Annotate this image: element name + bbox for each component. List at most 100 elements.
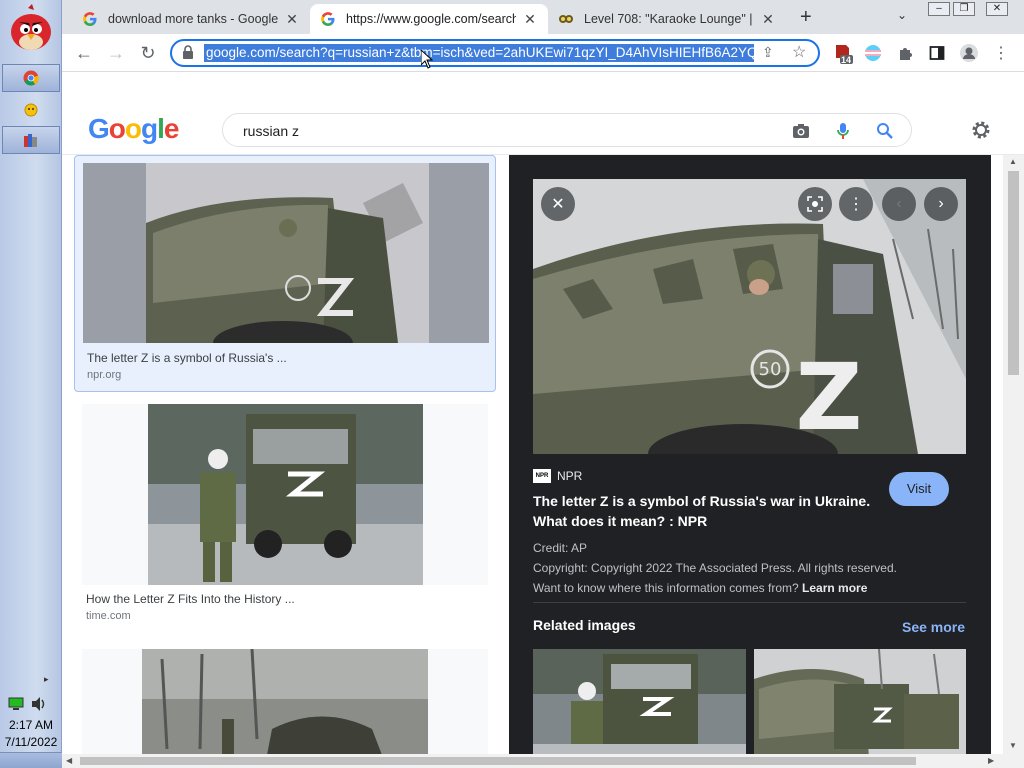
- tab-karaoke-lounge[interactable]: Level 708: "Karaoke Lounge" | Ba ✕: [548, 4, 786, 34]
- logo-letter: o: [124, 113, 142, 144]
- books-icon: [24, 134, 37, 147]
- scroll-left-arrow-icon[interactable]: ◀: [66, 756, 72, 765]
- preview-info-line: Want to know where this information come…: [533, 581, 867, 595]
- google-g-icon: [320, 11, 336, 27]
- tab-google-search[interactable]: https://www.google.com/search? ✕: [310, 4, 548, 34]
- tab-title: https://www.google.com/search?: [346, 12, 516, 26]
- taskbar: ▸ 2:17 AM 7/11/2022: [0, 0, 62, 768]
- result-thumbnail-soldier-truck[interactable]: [82, 404, 488, 585]
- google-logo[interactable]: Google: [88, 113, 180, 145]
- tab-title: download more tanks - Google S: [108, 12, 278, 26]
- vertical-scrollbar[interactable]: ▲ ▼: [1003, 155, 1024, 754]
- lens-search-icon[interactable]: [798, 187, 832, 221]
- logo-letter: G: [88, 113, 110, 144]
- minimize-icon[interactable]: –: [928, 2, 950, 16]
- share-icon[interactable]: ⇪: [762, 44, 774, 61]
- result-thumbnail-truck[interactable]: [83, 163, 489, 343]
- address-bar[interactable]: google.com/search?q=russian+z&tbm=isch&v…: [170, 39, 820, 67]
- image-result-time[interactable]: How the Letter Z Fits Into the History .…: [74, 404, 496, 634]
- result-caption[interactable]: How the Letter Z Fits Into the History .…: [86, 592, 295, 606]
- result-caption[interactable]: The letter Z is a symbol of Russia's ...: [87, 351, 287, 365]
- browser-window: download more tanks - Google S ✕ https:/…: [62, 0, 1024, 768]
- back-arrow-icon[interactable]: ←: [72, 41, 96, 65]
- horizontal-scroll-thumb[interactable]: [80, 757, 916, 765]
- tray-expand-arrow[interactable]: ▸: [44, 674, 49, 685]
- camera-lens-icon[interactable]: [791, 121, 811, 141]
- forward-arrow-icon[interactable]: →: [104, 41, 128, 65]
- result-source[interactable]: npr.org: [87, 369, 121, 381]
- visit-button[interactable]: Visit: [889, 472, 949, 506]
- preview-source[interactable]: NPR NPR: [533, 469, 582, 483]
- preview-title[interactable]: The letter Z is a symbol of Russia's war…: [533, 491, 893, 531]
- related-image-1[interactable]: [533, 649, 746, 759]
- tab-download-more-tanks[interactable]: download more tanks - Google S ✕: [72, 4, 310, 34]
- side-panel-icon[interactable]: [926, 42, 948, 64]
- preview-more-options-icon[interactable]: ⋮: [839, 187, 873, 221]
- close-window-icon[interactable]: ✕: [986, 2, 1008, 16]
- see-more-link[interactable]: See more: [902, 619, 965, 635]
- monitor-icon[interactable]: [8, 697, 24, 711]
- angry-bird-start-icon[interactable]: [6, 4, 56, 52]
- preview-divider: [533, 602, 966, 603]
- previous-image-chevron-icon[interactable]: ‹: [882, 187, 916, 221]
- new-tab-plus-icon[interactable]: +: [800, 6, 812, 29]
- tab-search-chevron-icon[interactable]: ⌄: [897, 8, 907, 22]
- result-thumbnail-tank[interactable]: [82, 649, 488, 755]
- tab-close-icon[interactable]: ✕: [284, 11, 300, 28]
- tab-close-icon[interactable]: ✕: [760, 11, 776, 28]
- logo-letter: g: [141, 113, 158, 144]
- result-source[interactable]: time.com: [86, 610, 131, 622]
- browser-toolbar: ← → ↻ google.com/search?q=russian+z&tbm=…: [62, 34, 1024, 72]
- taskbar-chrome-button[interactable]: [2, 64, 60, 92]
- tab-close-icon[interactable]: ✕: [522, 11, 538, 28]
- owl-icon: [558, 11, 574, 27]
- tab-title: Level 708: "Karaoke Lounge" | Ba: [584, 12, 754, 26]
- taskbar-clock[interactable]: 2:17 AM 7/11/2022: [0, 717, 62, 751]
- extension-badge-icon[interactable]: 14: [832, 42, 854, 65]
- more-menu-icon[interactable]: ⋮: [990, 42, 1012, 64]
- scroll-right-arrow-icon[interactable]: ▶: [988, 756, 994, 765]
- search-icon[interactable]: [875, 121, 895, 141]
- search-box[interactable]: russian z: [222, 113, 912, 147]
- taskbar-books-button[interactable]: [2, 126, 60, 154]
- preview-credit: Credit: AP: [533, 541, 588, 555]
- scroll-up-arrow-icon[interactable]: ▲: [1009, 157, 1017, 166]
- microphone-icon[interactable]: [833, 121, 853, 141]
- image-result-npr[interactable]: The letter Z is a symbol of Russia's ...…: [74, 155, 496, 392]
- tab-strip: download more tanks - Google S ✕ https:/…: [62, 0, 1024, 34]
- preview-copyright: Copyright: Copyright 2022 The Associated…: [533, 561, 897, 575]
- clock-time: 2:17 AM: [8, 718, 54, 732]
- search-query[interactable]: russian z: [243, 123, 299, 139]
- gear-icon[interactable]: [970, 119, 992, 141]
- image-result-tank[interactable]: [74, 647, 496, 757]
- profile-avatar-icon[interactable]: [958, 42, 980, 64]
- logo-letter: e: [163, 113, 180, 144]
- preview-truck-number: 50: [759, 359, 782, 380]
- scroll-down-arrow-icon[interactable]: ▼: [1009, 741, 1017, 750]
- bookmark-star-icon[interactable]: ☆: [792, 42, 806, 62]
- horizontal-scrollbar[interactable]: ◀ ▶: [62, 754, 1024, 768]
- image-preview-panel: 50 Z ✕ ⋮ ‹ › NPR NPR The letter Z is a s…: [509, 155, 991, 768]
- lock-icon[interactable]: [182, 45, 194, 64]
- speaker-icon[interactable]: [30, 696, 48, 712]
- chrome-icon: [23, 70, 39, 86]
- next-image-chevron-icon[interactable]: ›: [924, 187, 958, 221]
- learn-more-link[interactable]: Learn more: [802, 581, 867, 595]
- taskbar-app-button[interactable]: [2, 96, 60, 124]
- extensions-puzzle-icon[interactable]: [894, 42, 916, 64]
- npr-logo-icon: NPR: [533, 469, 551, 483]
- taskbar-show-desktop[interactable]: [0, 752, 62, 768]
- close-preview-icon[interactable]: ✕: [541, 187, 575, 221]
- extension-badge-count: 14: [841, 55, 852, 65]
- google-header: Google russian z: [62, 73, 1024, 155]
- related-images-heading: Related images: [533, 617, 636, 633]
- restore-icon[interactable]: ❐: [953, 2, 975, 16]
- clock-date: 7/11/2022: [4, 735, 58, 749]
- related-image-2[interactable]: [754, 649, 966, 759]
- url-text-selected[interactable]: google.com/search?q=russian+z&tbm=isch&v…: [204, 44, 754, 62]
- vertical-scroll-thumb[interactable]: [1008, 171, 1019, 375]
- flag-extension-icon[interactable]: [862, 42, 884, 64]
- preview-source-name: NPR: [557, 469, 583, 483]
- reload-icon[interactable]: ↻: [136, 41, 160, 65]
- system-tray: [8, 694, 56, 714]
